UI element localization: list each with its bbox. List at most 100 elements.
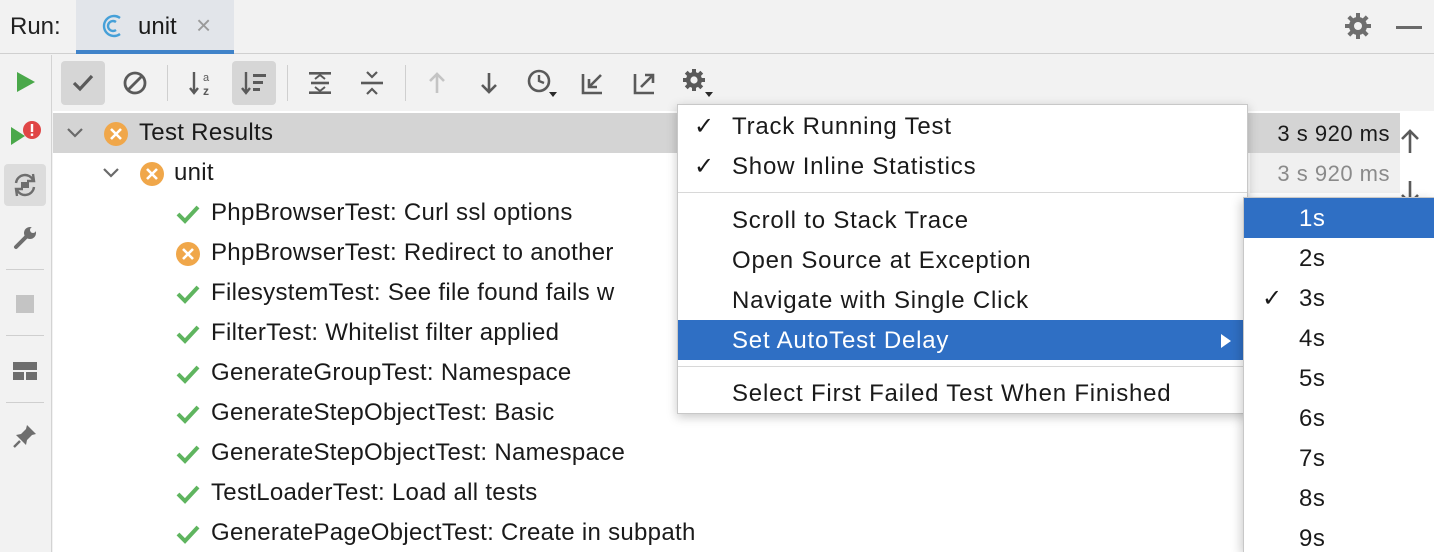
svg-text:z: z xyxy=(203,84,209,98)
sort-by-duration-button[interactable] xyxy=(232,61,276,105)
tree-row-label: PhpBrowserTest: Redirect to another xyxy=(211,239,614,266)
arrow-down-icon xyxy=(481,73,497,94)
separator xyxy=(6,402,44,403)
expand-all-button[interactable] xyxy=(298,61,342,105)
menu-item-track-running-test[interactable]: ✓ Track Running Test xyxy=(678,106,1247,146)
tab-label: unit xyxy=(138,13,177,40)
sort-duration-icon xyxy=(241,72,266,95)
layout-icon xyxy=(13,362,37,380)
settings-wrench-button[interactable] xyxy=(4,217,46,259)
scroll-navigation[interactable] xyxy=(1395,125,1425,205)
menu-item-label: Show Inline Statistics xyxy=(732,153,977,180)
failed-status-icon xyxy=(140,162,164,186)
submenu-item-label: 9s xyxy=(1299,525,1326,552)
expand-all-icon xyxy=(309,72,331,94)
separator xyxy=(6,269,44,270)
tab-close-icon[interactable]: × xyxy=(196,10,211,41)
submenu-item-label: 3s xyxy=(1299,285,1326,312)
menu-item-show-inline-statistics[interactable]: ✓ Show Inline Statistics xyxy=(678,146,1247,186)
menu-item-label: Scroll to Stack Trace xyxy=(732,207,969,234)
submenu-item-label: 8s xyxy=(1299,485,1326,512)
chevron-down-icon[interactable] xyxy=(63,121,87,145)
menu-item-set-autotest-delay[interactable]: Set AutoTest Delay xyxy=(678,320,1247,360)
menu-item-navigate-with-single-click[interactable]: Navigate with Single Click xyxy=(678,280,1247,320)
tree-row-label: unit xyxy=(174,159,214,186)
sort-alphabetically-button[interactable]: a z xyxy=(180,61,224,105)
gear-dropdown-icon xyxy=(683,69,713,97)
menu-item-scroll-to-stack-trace[interactable]: Scroll to Stack Trace xyxy=(678,200,1247,240)
show-ignored-button[interactable] xyxy=(113,61,157,105)
menu-item-select-first-failed-test[interactable]: Select First Failed Test When Finished xyxy=(678,373,1247,413)
export-tests-button[interactable] xyxy=(623,61,667,105)
rerun-failed-icon xyxy=(11,121,41,145)
menu-item-open-source-at-exception[interactable]: Open Source at Exception xyxy=(678,240,1247,280)
rerun-failed-button[interactable] xyxy=(4,113,46,155)
submenu-arrow-icon xyxy=(1221,334,1231,348)
submenu-item-3s[interactable]: ✓ 3s xyxy=(1244,278,1434,318)
run-label: Run: xyxy=(10,13,61,40)
separator xyxy=(405,65,406,101)
show-passed-button[interactable] xyxy=(61,61,105,105)
tree-row-label: GenerateGroupTest: Namespace xyxy=(211,359,572,386)
tree-row-test[interactable]: GeneratePageObjectTest: Create in subpat… xyxy=(53,513,1434,552)
ignored-icon xyxy=(123,71,147,95)
passed-status-icon xyxy=(176,525,200,544)
stop-button[interactable] xyxy=(4,283,46,325)
checkmark-icon: ✓ xyxy=(694,153,715,180)
tree-row-label: GenerateStepObjectTest: Namespace xyxy=(211,439,626,466)
submenu-item-1s[interactable]: 1s xyxy=(1244,198,1434,238)
stop-icon xyxy=(16,295,34,313)
submenu-item-4s[interactable]: 4s xyxy=(1244,318,1434,358)
test-settings-menu: ✓ Track Running Test ✓ Show Inline Stati… xyxy=(677,104,1248,414)
passed-status-icon xyxy=(176,485,200,504)
passed-status-icon xyxy=(176,205,200,224)
tree-row-test[interactable]: GenerateStepObjectTest: Namespace xyxy=(53,433,1434,473)
submenu-item-5s[interactable]: 5s xyxy=(1244,358,1434,398)
tree-row-label: TestLoaderTest: Load all tests xyxy=(211,479,538,506)
arrow-up-icon xyxy=(429,72,445,93)
failed-status-icon xyxy=(104,122,128,146)
submenu-item-9s[interactable]: 9s xyxy=(1244,518,1434,552)
submenu-item-label: 4s xyxy=(1299,325,1326,352)
failed-status-icon xyxy=(176,242,200,266)
submenu-item-label: 2s xyxy=(1299,245,1326,272)
check-icon xyxy=(72,74,94,92)
wrench-icon xyxy=(14,227,36,249)
tree-row-test[interactable]: TestLoaderTest: Load all tests xyxy=(53,473,1434,513)
minimize-icon[interactable] xyxy=(1396,26,1422,29)
suite-duration: 3 s 920 ms xyxy=(1250,153,1400,193)
pin-tab-button[interactable] xyxy=(4,415,46,457)
passed-status-icon xyxy=(176,365,200,384)
run-tool-window-header: Run: unit × xyxy=(0,0,1434,54)
menu-item-label: Select First Failed Test When Finished xyxy=(732,380,1172,407)
run-icon xyxy=(17,72,35,92)
previous-failed-button[interactable] xyxy=(415,61,459,105)
submenu-item-7s[interactable]: 7s xyxy=(1244,438,1434,478)
test-settings-button[interactable] xyxy=(675,61,719,105)
settings-gear-icon[interactable] xyxy=(1342,10,1374,42)
layout-button[interactable] xyxy=(4,350,46,392)
submenu-item-8s[interactable]: 8s xyxy=(1244,478,1434,518)
import-tests-button[interactable] xyxy=(571,61,615,105)
menu-item-label: Set AutoTest Delay xyxy=(732,327,950,354)
submenu-item-label: 6s xyxy=(1299,405,1326,432)
separator xyxy=(287,65,288,101)
left-toolbar xyxy=(0,55,52,552)
submenu-item-6s[interactable]: 6s xyxy=(1244,398,1434,438)
passed-status-icon xyxy=(176,445,200,464)
test-history-button[interactable] xyxy=(519,61,563,105)
chevron-down-icon[interactable] xyxy=(99,161,123,185)
tab-unit[interactable]: unit × xyxy=(76,0,234,54)
submenu-item-2s[interactable]: 2s xyxy=(1244,238,1434,278)
tree-row-label: Test Results xyxy=(139,119,274,146)
collapse-all-button[interactable] xyxy=(350,61,394,105)
menu-item-label: Navigate with Single Click xyxy=(732,287,1029,314)
checkmark-icon: ✓ xyxy=(1262,285,1283,312)
submenu-item-label: 1s xyxy=(1299,205,1326,232)
next-failed-button[interactable] xyxy=(467,61,511,105)
pin-icon xyxy=(13,425,36,448)
svg-text:a: a xyxy=(203,72,210,84)
toggle-autotest-button[interactable] xyxy=(4,164,46,206)
menu-separator xyxy=(678,192,1247,193)
rerun-button[interactable] xyxy=(4,61,46,103)
